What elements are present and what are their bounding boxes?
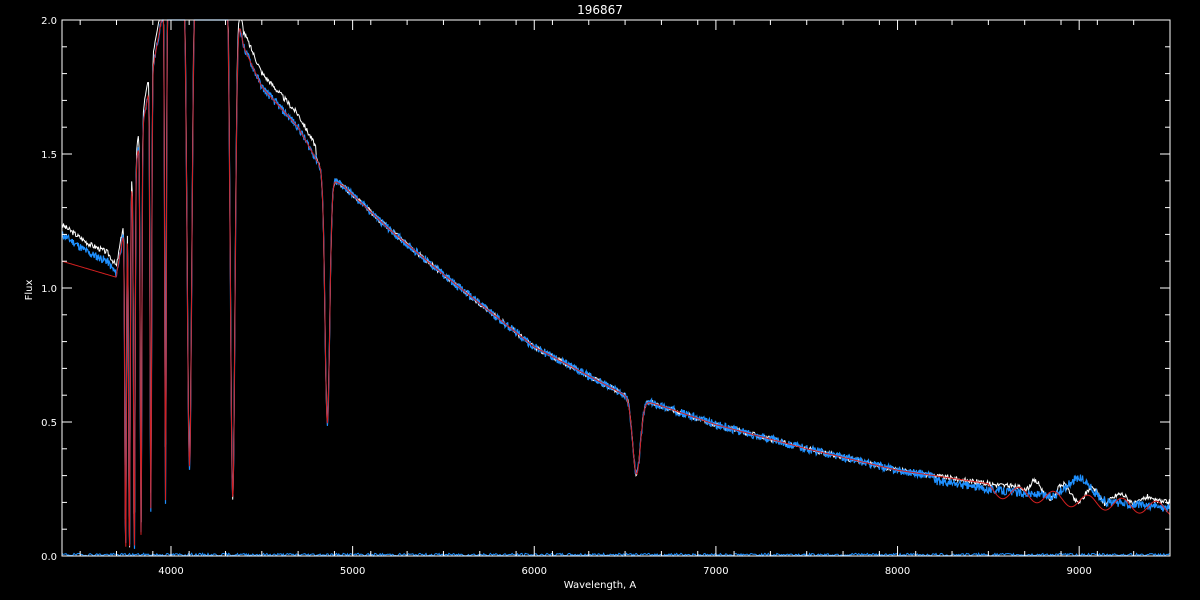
x-tick-label: 8000 bbox=[885, 566, 910, 577]
x-tick-label: 6000 bbox=[522, 566, 547, 577]
x-tick-label: 9000 bbox=[1066, 566, 1091, 577]
x-tick-label: 7000 bbox=[703, 566, 728, 577]
x-tick-label: 5000 bbox=[340, 566, 365, 577]
y-axis-label: Flux bbox=[24, 280, 35, 301]
chart-background bbox=[0, 0, 1200, 600]
y-tick-label: 0.5 bbox=[41, 418, 57, 429]
y-tick-label: 2.0 bbox=[41, 16, 57, 27]
x-axis-label: Wavelength, A bbox=[564, 580, 637, 591]
y-tick-label: 1.0 bbox=[41, 284, 57, 295]
y-tick-label: 1.5 bbox=[41, 150, 57, 161]
chart-title: 196867 bbox=[577, 3, 623, 17]
spectrum-chart: 196867 Wavelength, A Flux 4000 5000 6000 70… bbox=[0, 0, 1200, 600]
x-tick-label: 4000 bbox=[158, 566, 183, 577]
y-tick-label: 0.0 bbox=[41, 552, 57, 563]
